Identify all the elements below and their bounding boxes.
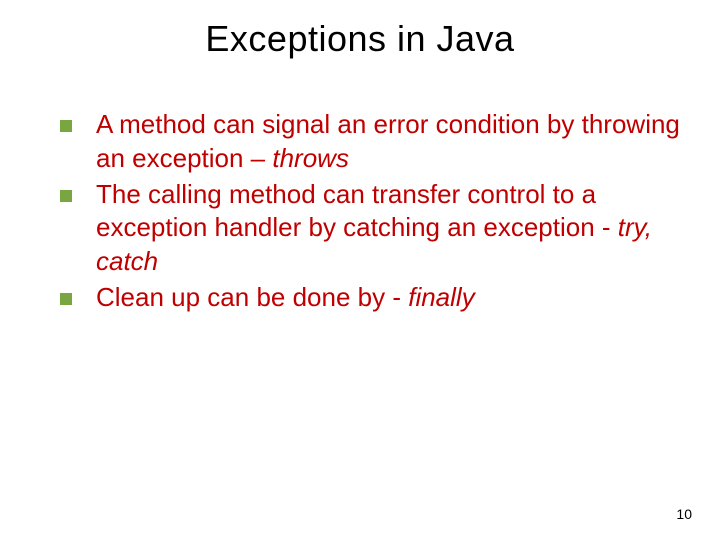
slide-title: Exceptions in Java	[0, 0, 720, 60]
bullet-icon	[60, 293, 72, 305]
list-item: Clean up can be done by - finally	[60, 281, 680, 315]
slide: Exceptions in Java A method can signal a…	[0, 0, 720, 540]
bullet-text-pre: A method can signal an error condition b…	[96, 109, 680, 173]
bullet-icon	[60, 120, 72, 132]
keyword: finally	[408, 282, 474, 312]
bullet-text-pre: The calling method can transfer control …	[96, 179, 618, 243]
bullet-list: A method can signal an error condition b…	[0, 108, 720, 315]
page-number: 10	[676, 506, 692, 522]
bullet-text: A method can signal an error condition b…	[96, 108, 680, 176]
bullet-text: Clean up can be done by - finally	[96, 281, 475, 315]
list-item: A method can signal an error condition b…	[60, 108, 680, 176]
bullet-text: The calling method can transfer control …	[96, 178, 680, 279]
list-item: The calling method can transfer control …	[60, 178, 680, 279]
bullet-text-pre: Clean up can be done by -	[96, 282, 408, 312]
bullet-icon	[60, 190, 72, 202]
keyword: throws	[272, 143, 349, 173]
